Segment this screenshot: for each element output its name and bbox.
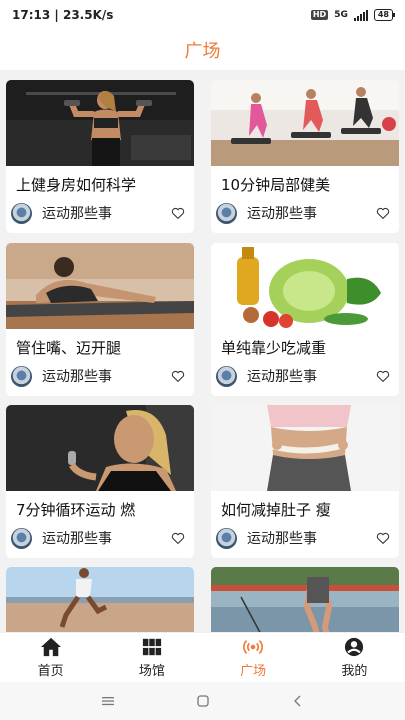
author-name: 运动那些事 <box>247 531 317 547</box>
home-square-icon[interactable] <box>196 694 210 708</box>
avatar <box>11 527 32 549</box>
avatar <box>216 202 237 224</box>
author-name: 运动那些事 <box>42 369 112 385</box>
card-image <box>6 405 194 491</box>
card-image <box>6 243 194 329</box>
tab-label: 首页 <box>37 663 64 679</box>
card-image <box>6 80 194 166</box>
status-left: 17:13 | 23.5K/s <box>12 8 113 22</box>
tab-profile[interactable]: 我的 <box>304 633 405 682</box>
menu-icon[interactable] <box>101 694 115 708</box>
feed-card[interactable]: 如何减掉肚子 瘦 运动那些事 <box>211 405 399 558</box>
heart-icon[interactable] <box>170 530 186 546</box>
avatar <box>216 527 237 549</box>
status-right: HD 5G 48 <box>310 9 396 21</box>
status-time: 17:13 <box>12 8 51 22</box>
page-title: 广场 <box>184 41 221 62</box>
author-name: 运动那些事 <box>42 531 112 547</box>
heart-icon[interactable] <box>170 368 186 384</box>
card-image <box>211 567 399 632</box>
feed-grid[interactable]: 上健身房如何科学 运动那些事 10分钟局部健美 运动那些事 管住嘴、迈开腿 运动… <box>0 70 405 632</box>
author-name: 运动那些事 <box>247 369 317 385</box>
feed-card[interactable]: 管住嘴、迈开腿 运动那些事 <box>6 243 194 396</box>
status-separator: | <box>54 8 59 22</box>
card-image <box>211 80 399 166</box>
status-bar: 17:13 | 23.5K/s HD 5G 48 <box>0 0 405 30</box>
card-title: 10分钟局部健美 <box>221 176 331 194</box>
card-image <box>211 405 399 491</box>
heart-icon[interactable] <box>375 530 391 546</box>
author-name: 运动那些事 <box>42 206 112 222</box>
feed-card[interactable]: 7分钟循环运动 燃 运动那些事 <box>6 405 194 558</box>
heart-icon[interactable] <box>375 205 391 221</box>
broadcast-icon <box>243 639 264 654</box>
feed-card[interactable]: 上健身房如何科学 运动那些事 <box>6 80 194 233</box>
author-name: 运动那些事 <box>247 206 317 222</box>
network-speed: 23.5K/s <box>62 8 114 22</box>
feed-card[interactable]: 单纯靠少吃减重 运动那些事 <box>211 243 399 396</box>
card-title: 如何减掉肚子 瘦 <box>221 501 331 519</box>
tab-label: 场馆 <box>138 663 165 679</box>
feed-card[interactable] <box>6 567 194 632</box>
card-meta: 运动那些事 <box>11 202 186 224</box>
feed-card[interactable]: 10分钟局部健美 运动那些事 <box>211 80 399 233</box>
card-title: 管住嘴、迈开腿 <box>16 339 122 357</box>
card-meta: 运动那些事 <box>216 202 391 224</box>
card-title: 单纯靠少吃减重 <box>221 339 327 357</box>
avatar <box>11 202 32 224</box>
avatar <box>216 365 237 387</box>
home-icon <box>40 637 61 656</box>
card-image <box>211 243 399 329</box>
card-title: 上健身房如何科学 <box>16 176 137 194</box>
tab-venues[interactable]: 场馆 <box>101 633 202 682</box>
bottom-tab-bar: 首页 场馆 广场 我的 <box>0 632 405 682</box>
signal-icon <box>353 9 368 21</box>
card-meta: 运动那些事 <box>11 365 186 387</box>
heart-icon[interactable] <box>375 368 391 384</box>
heart-icon[interactable] <box>170 205 186 221</box>
card-meta: 运动那些事 <box>11 527 186 549</box>
feed-card[interactable] <box>211 567 399 632</box>
tab-label: 我的 <box>341 663 368 679</box>
avatar <box>11 365 32 387</box>
system-nav-bar <box>0 682 405 720</box>
back-icon[interactable] <box>291 694 305 708</box>
tab-home[interactable]: 首页 <box>0 633 101 682</box>
hd-badge: HD <box>310 10 329 20</box>
card-meta: 运动那些事 <box>216 527 391 549</box>
card-title: 7分钟循环运动 燃 <box>16 501 136 519</box>
tab-square[interactable]: 广场 <box>203 633 304 682</box>
grid-icon <box>142 638 161 655</box>
card-image <box>6 567 194 632</box>
network-type: 5G <box>334 10 348 20</box>
user-icon <box>345 637 364 656</box>
battery-icon: 48 <box>373 9 396 21</box>
tab-label: 广场 <box>240 663 267 679</box>
card-meta: 运动那些事 <box>216 365 391 387</box>
header: 广场 <box>0 30 405 70</box>
